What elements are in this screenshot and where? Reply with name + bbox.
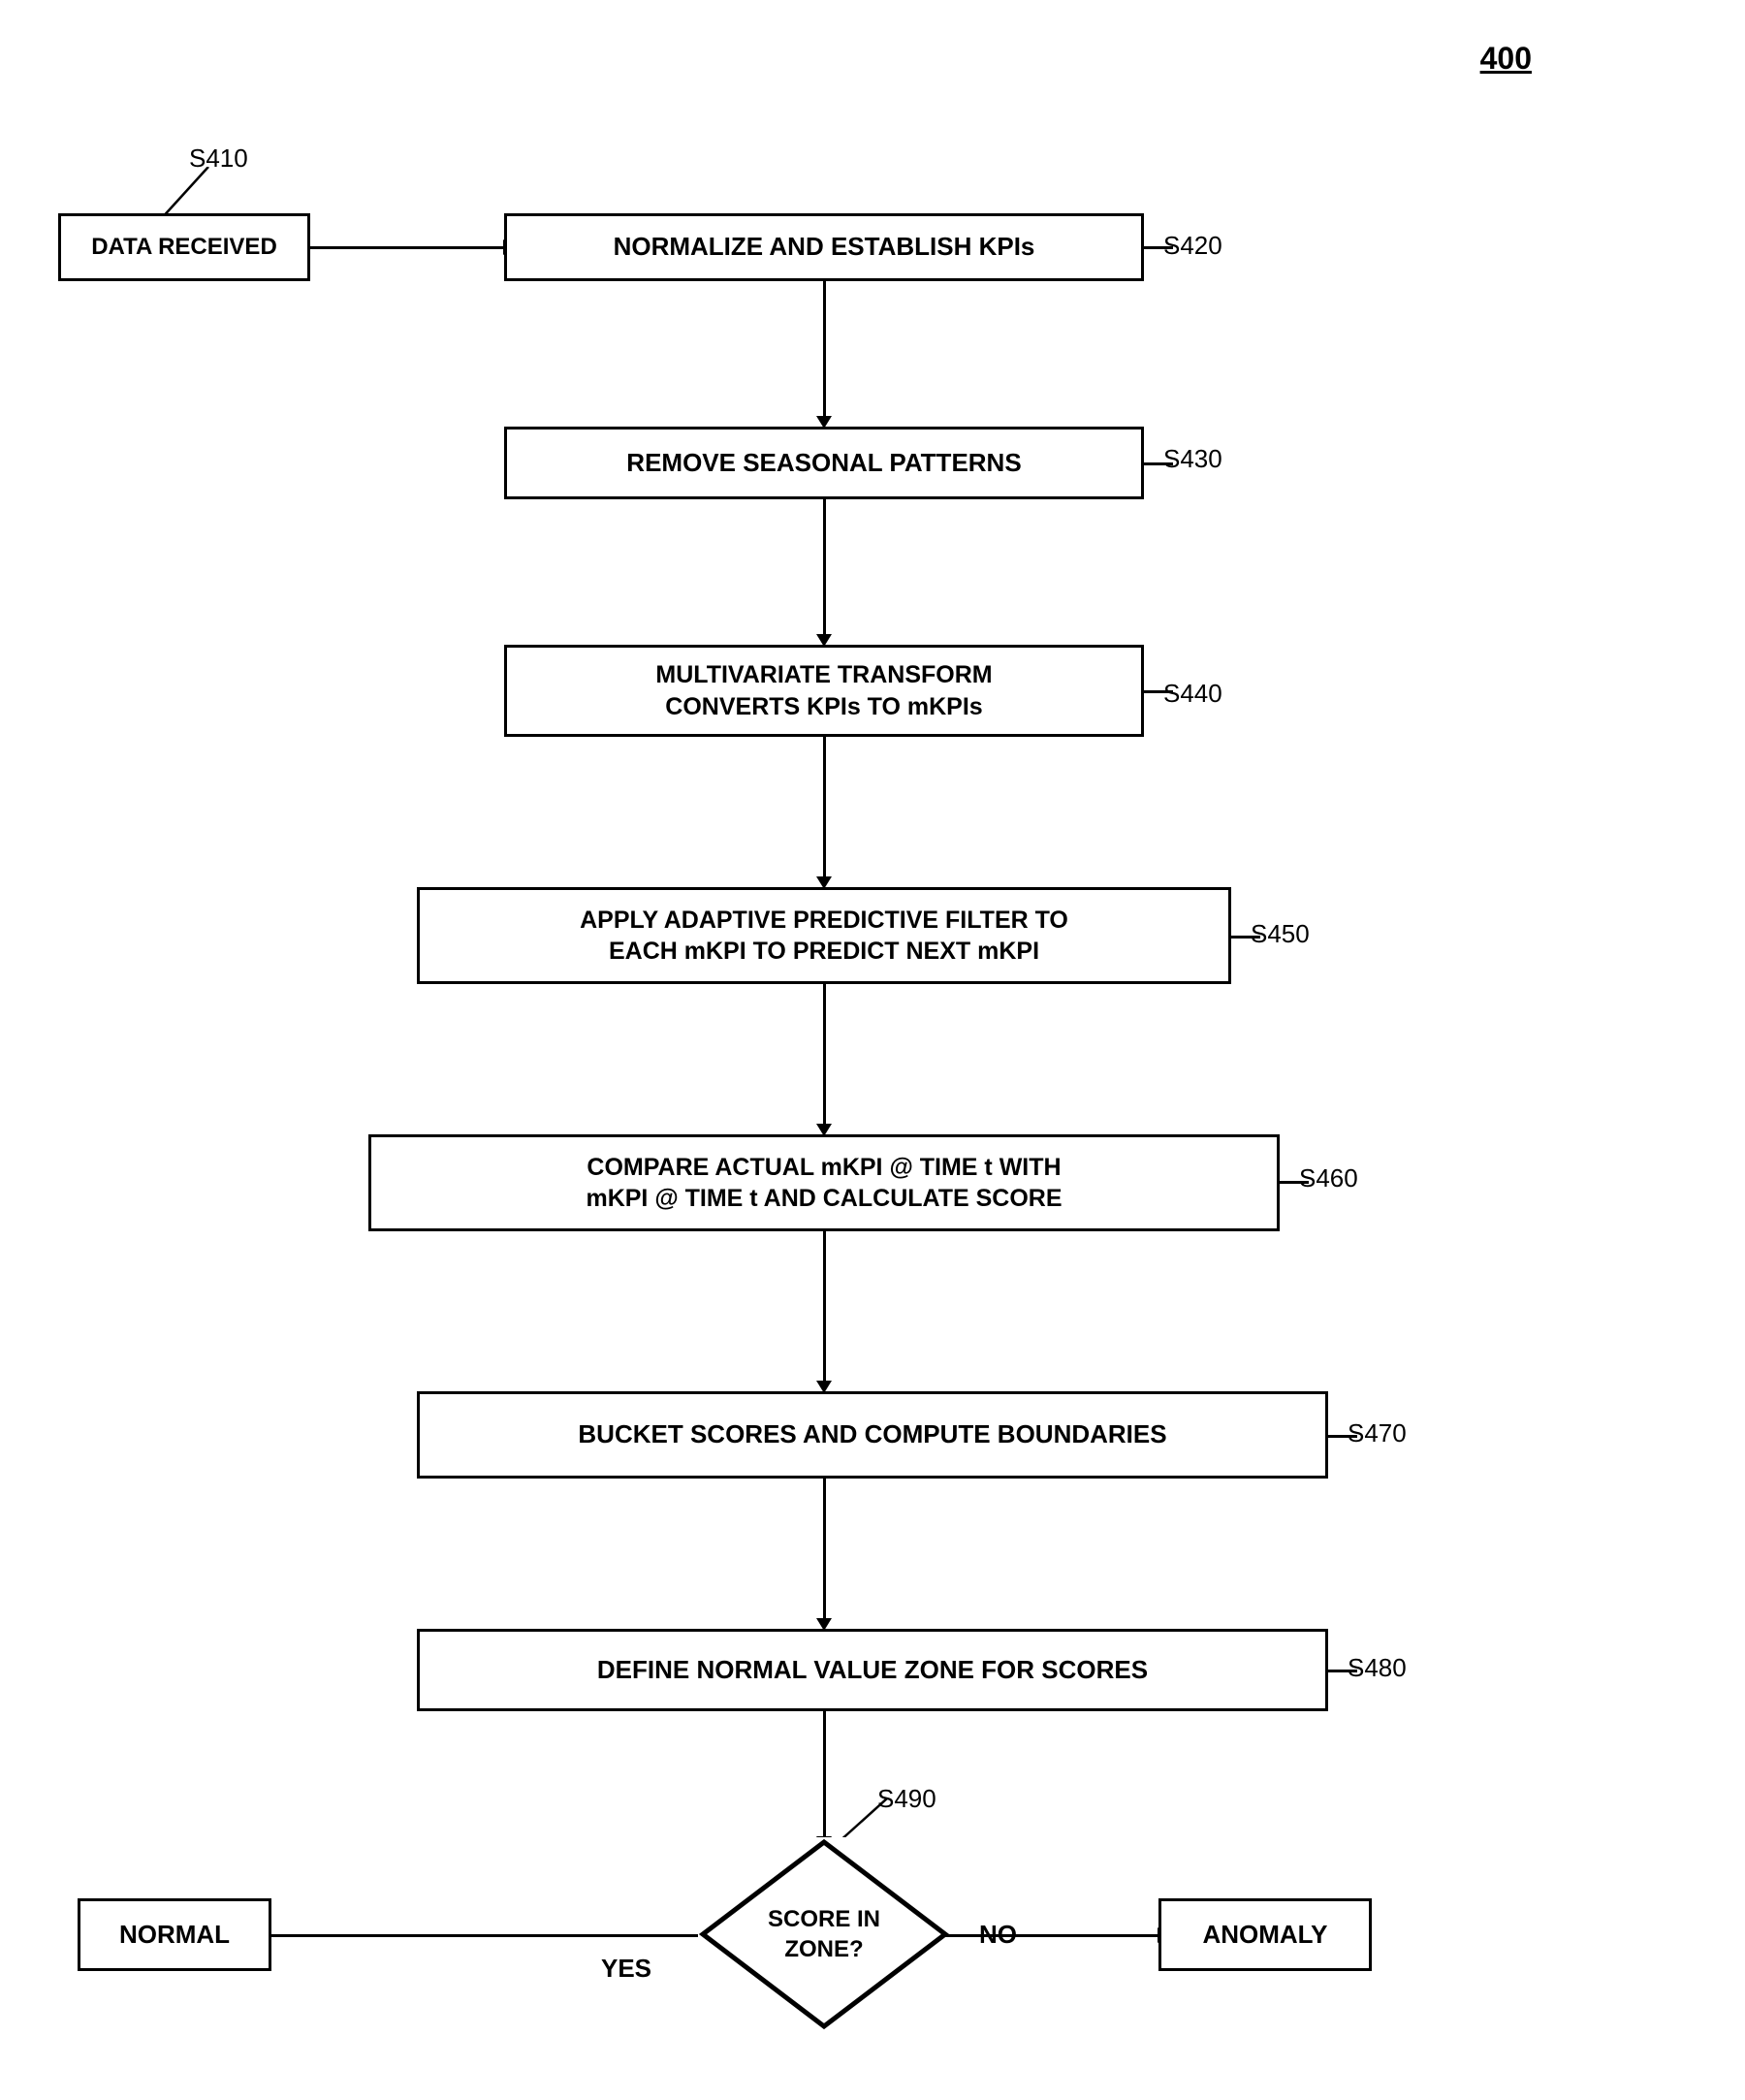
s470-label: S470	[1348, 1418, 1407, 1448]
arrow-data-to-normalize	[310, 246, 504, 249]
arrow-filter-to-compare	[823, 984, 826, 1125]
arrow-define-to-diamond	[823, 1711, 826, 1837]
multivariate-box: MULTIVARIATE TRANSFORM CONVERTS KPIs TO …	[504, 645, 1144, 737]
data-received-box: DATA RECEIVED	[58, 213, 310, 281]
s420-line	[1144, 246, 1173, 249]
decision-diamond: SCORE IN ZONE?	[698, 1837, 950, 2031]
anomaly-box: ANOMALY	[1158, 1898, 1372, 1971]
define-normal-box: DEFINE NORMAL VALUE ZONE FOR SCORES	[417, 1629, 1328, 1711]
s450-label: S450	[1251, 919, 1310, 949]
arrow-compare-to-bucket	[823, 1231, 826, 1382]
normal-box: NORMAL	[78, 1898, 271, 1971]
compare-box: COMPARE ACTUAL mKPI @ TIME t WITH mKPI @…	[368, 1134, 1280, 1231]
arrow-normalize-to-seasonal	[823, 281, 826, 417]
s460-label: S460	[1299, 1163, 1358, 1193]
s480-line	[1328, 1670, 1357, 1672]
remove-seasonal-box: REMOVE SEASONAL PATTERNS	[504, 427, 1144, 499]
arrow-seasonal-to-multi	[823, 499, 826, 635]
s450-line	[1231, 936, 1260, 939]
arrow-yes-to-normal	[252, 1934, 698, 1937]
arrow-no-to-anomaly	[945, 1934, 1158, 1937]
s440-line	[1144, 690, 1173, 693]
apply-filter-box: APPLY ADAPTIVE PREDICTIVE FILTER TO EACH…	[417, 887, 1231, 984]
normalize-box: NORMALIZE AND ESTABLISH KPIs	[504, 213, 1144, 281]
s470-line	[1328, 1435, 1357, 1438]
diagram-container: 400 S410 DATA RECEIVED NORMALIZE AND EST…	[0, 0, 1745, 2100]
yes-label: YES	[601, 1954, 651, 1984]
s480-label: S480	[1348, 1653, 1407, 1683]
s430-label: S430	[1163, 444, 1222, 474]
figure-number: 400	[1480, 41, 1532, 77]
s440-label: S440	[1163, 679, 1222, 709]
s460-line	[1280, 1181, 1309, 1184]
arrow-bucket-to-define	[823, 1479, 826, 1619]
bucket-scores-box: BUCKET SCORES AND COMPUTE BOUNDARIES	[417, 1391, 1328, 1479]
s430-line	[1144, 462, 1173, 465]
arrow-multi-to-filter	[823, 737, 826, 877]
